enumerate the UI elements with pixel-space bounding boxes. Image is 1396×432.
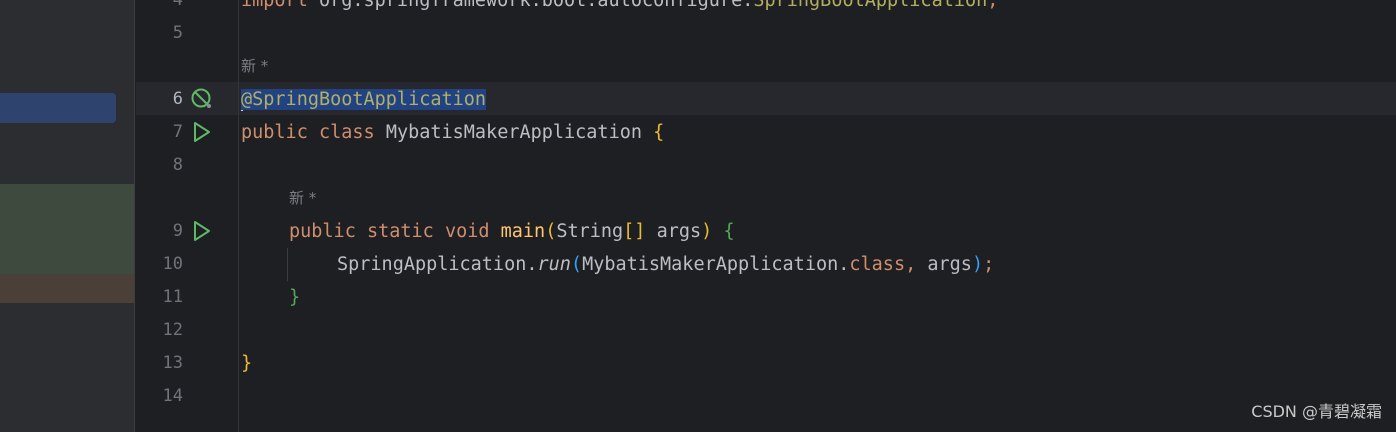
semicolon: ; xyxy=(987,0,999,11)
line-number-current: 6 xyxy=(172,89,183,109)
line-number: 4 xyxy=(172,0,183,10)
keyword: static xyxy=(366,221,434,242)
paren: ( xyxy=(545,221,557,242)
class-name: MybatisMakerApplication xyxy=(385,122,642,143)
run-icon[interactable] xyxy=(190,120,214,144)
dot: . xyxy=(526,254,538,275)
brackets: [] xyxy=(623,221,646,242)
brace: } xyxy=(241,353,253,374)
import-class: SpringBootApplication xyxy=(753,0,988,11)
line-number: 5 xyxy=(172,23,183,43)
code-line-main-decl: public static void main(String[] args) { xyxy=(289,215,735,248)
project-tree-selected-item[interactable] xyxy=(0,93,116,123)
line-number: 11 xyxy=(162,287,183,307)
code-line-class-decl: public class MybatisMakerApplication { xyxy=(241,116,664,149)
code-line-run: SpringApplication.run(MybatisMakerApplic… xyxy=(337,248,994,281)
paren: ) xyxy=(971,254,984,275)
code-line-annotation: @SpringBootApplication xyxy=(241,83,487,116)
dot: . xyxy=(838,254,850,275)
keyword: public xyxy=(241,122,308,143)
line-number: 14 xyxy=(162,386,183,406)
project-tree-highlight-block xyxy=(0,184,134,274)
keyword: class xyxy=(849,254,906,275)
keyword: public xyxy=(289,221,356,242)
author-hint[interactable]: 新 * xyxy=(241,50,268,83)
code-line-import: import org.springframework.boot.autoconf… xyxy=(241,0,998,17)
brace: } xyxy=(289,287,301,308)
class-ref: MybatisMakerApplication xyxy=(582,254,839,275)
line-number: 9 xyxy=(172,221,183,241)
project-panel xyxy=(0,0,135,432)
semicolon: ; xyxy=(983,254,995,275)
brace: { xyxy=(653,122,665,143)
line-number: 7 xyxy=(172,122,183,142)
keyword: import xyxy=(241,0,308,11)
paren: ) xyxy=(701,221,713,242)
code-line-close-class: } xyxy=(241,347,252,380)
run-icon[interactable] xyxy=(190,219,214,243)
watermark: CSDN @青碧凝霜 xyxy=(1251,402,1382,421)
code-line-close-method: } xyxy=(289,281,300,314)
type-name: String xyxy=(556,221,624,242)
indent-guide xyxy=(287,248,288,281)
param-name: args xyxy=(645,221,702,242)
class-ref: SpringApplication xyxy=(337,254,527,275)
param-name: args xyxy=(916,254,972,275)
author-hint[interactable]: 新 * xyxy=(289,182,316,215)
import-path: org.springframework.boot.autoconfigure. xyxy=(307,0,754,11)
line-number: 13 xyxy=(162,353,183,373)
line-number: 8 xyxy=(172,155,183,175)
annotation-selected[interactable]: @SpringBootApplication xyxy=(241,89,487,110)
paren: ( xyxy=(570,254,583,275)
brace: { xyxy=(723,221,735,242)
comma: , xyxy=(905,254,917,275)
line-number: 12 xyxy=(162,320,183,340)
keyword: void xyxy=(444,221,490,242)
project-tree-highlight-block-2 xyxy=(0,274,134,303)
method-name: main xyxy=(500,221,546,242)
no-bean-icon[interactable] xyxy=(190,87,214,111)
keyword: class xyxy=(318,122,375,143)
line-number: 10 xyxy=(162,254,183,274)
method-call: run xyxy=(537,254,571,275)
